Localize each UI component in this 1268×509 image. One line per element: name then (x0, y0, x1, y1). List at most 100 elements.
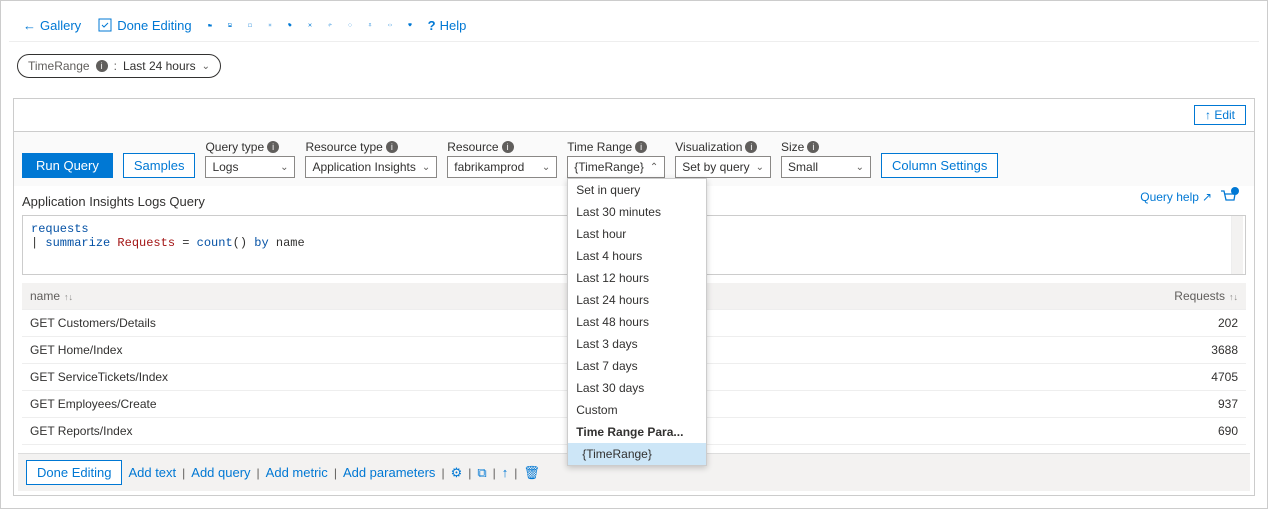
gear-icon[interactable] (262, 17, 278, 33)
code-token: = (182, 236, 196, 250)
info-icon: i (807, 141, 819, 153)
time-range-option[interactable]: Last hour (568, 223, 706, 245)
code-token: name (269, 236, 305, 250)
time-range-option[interactable]: Set in query (568, 179, 706, 201)
add-text-link[interactable]: Add text (128, 465, 176, 480)
chevron-up-icon: ⌃ (650, 162, 658, 173)
cell-requests: 202 (829, 310, 1246, 337)
run-query-button[interactable]: Run Query (22, 153, 113, 178)
resource-label: Resourcei (447, 140, 557, 154)
gear-icon[interactable]: ⚙ (451, 465, 463, 481)
info-icon: i (96, 60, 108, 72)
scrollbar[interactable] (1231, 216, 1243, 274)
chevron-down-icon: ⌄ (542, 162, 550, 173)
time-range-option[interactable]: Last 3 days (568, 333, 706, 355)
gallery-button[interactable]: ← Gallery (17, 14, 87, 37)
query-type-select[interactable]: Logs⌄ (205, 156, 295, 178)
sort-icon: ↑↓ (64, 292, 73, 302)
time-range-option[interactable]: Last 12 hours (568, 267, 706, 289)
done-editing-label: Done Editing (117, 18, 191, 33)
time-range-select[interactable]: {TimeRange}⌃ (567, 156, 665, 178)
cell-requests: 3688 (829, 337, 1246, 364)
resource-type-label: Resource typei (305, 140, 437, 154)
code-token: count (197, 236, 233, 250)
time-range-option[interactable]: Last 30 days (568, 377, 706, 399)
add-parameters-link[interactable]: Add parameters (343, 465, 436, 480)
timerange-pill[interactable]: TimeRange i : Last 24 hours ⌄ (17, 54, 221, 78)
undo-icon[interactable] (322, 17, 338, 33)
folder-icon[interactable] (202, 17, 218, 33)
time-range-label: Time Rangei (567, 140, 665, 154)
code-token: | (31, 236, 45, 250)
settings-icon[interactable] (342, 17, 358, 33)
query-type-label: Query typei (205, 140, 295, 154)
time-range-option[interactable]: Last 30 minutes (568, 201, 706, 223)
cell-name: GET Home/Index (22, 337, 829, 364)
add-metric-link[interactable]: Add metric (266, 465, 328, 480)
cart-icon[interactable] (1220, 190, 1236, 204)
code-token: () (233, 236, 255, 250)
query-config-row: Run Query Samples Query typei Logs⌄ Reso… (14, 131, 1254, 186)
query-section: ↑ Edit Run Query Samples Query typei Log… (13, 98, 1255, 496)
copy-icon[interactable]: ⧉ (477, 465, 486, 481)
move-up-icon[interactable]: ↑ (502, 465, 509, 480)
resource-type-select[interactable]: Application Insights⌄ (305, 156, 437, 178)
cell-name: GET Customers/Details (22, 310, 829, 337)
parameter-row: TimeRange i : Last 24 hours ⌄ (9, 42, 1259, 90)
chevron-down-icon: ⌄ (422, 162, 430, 173)
close-icon[interactable] (302, 17, 318, 33)
info-icon: i (502, 141, 514, 153)
gallery-label: Gallery (40, 18, 81, 33)
info-icon: i (635, 141, 647, 153)
size-select[interactable]: Small⌄ (781, 156, 871, 178)
time-range-option[interactable]: Last 7 days (568, 355, 706, 377)
arrow-left-icon: ← (23, 18, 36, 33)
help-button[interactable]: ? Help (422, 14, 473, 37)
done-editing-button[interactable]: Done Editing (91, 13, 197, 37)
add-query-link[interactable]: Add query (191, 465, 250, 480)
samples-button[interactable]: Samples (123, 153, 196, 178)
footer-done-editing-button[interactable]: Done Editing (26, 460, 122, 485)
chevron-down-icon: ⌄ (202, 61, 210, 72)
cell-requests: 937 (829, 391, 1246, 418)
code-icon[interactable] (382, 17, 398, 33)
edit-button[interactable]: ↑ Edit (1194, 105, 1246, 125)
pin-icon[interactable] (362, 17, 378, 33)
column-header-name[interactable]: name↑↓ (22, 283, 829, 310)
done-editing-icon (97, 17, 113, 33)
top-toolbar: ← Gallery Done Editing ? Help (9, 9, 1259, 42)
chevron-down-icon: ⌄ (856, 162, 864, 173)
column-header-requests[interactable]: Requests↑↓ (829, 283, 1246, 310)
cell-name: GET Reports/Index (22, 418, 829, 445)
pill-name: TimeRange (28, 59, 90, 73)
pill-sep: : (114, 59, 117, 73)
time-range-option-header: Time Range Para... (568, 421, 706, 443)
info-icon: i (745, 141, 757, 153)
time-range-option[interactable]: Last 24 hours (568, 289, 706, 311)
column-settings-button[interactable]: Column Settings (881, 153, 998, 178)
time-range-option-selected[interactable]: {TimeRange} (568, 443, 706, 465)
code-token: Requests (110, 236, 182, 250)
delete-icon[interactable]: 🗑 (523, 465, 540, 481)
tag-icon[interactable] (282, 17, 298, 33)
visualization-select[interactable]: Set by query⌄ (675, 156, 771, 178)
external-link-icon: ↗ (1202, 190, 1212, 204)
pill-value: Last 24 hours (123, 59, 196, 73)
heart-icon[interactable] (402, 17, 418, 33)
help-label: Help (440, 18, 467, 33)
time-range-option[interactable]: Last 48 hours (568, 311, 706, 333)
time-range-option[interactable]: Custom (568, 399, 706, 421)
time-range-dropdown: Set in queryLast 30 minutesLast hourLast… (567, 178, 707, 466)
time-range-option[interactable]: Last 4 hours (568, 245, 706, 267)
question-icon: ? (428, 18, 436, 33)
sort-icon: ↑↓ (1229, 292, 1238, 302)
query-help-link[interactable]: Query help ↗ (1140, 190, 1212, 204)
cell-requests: 690 (829, 418, 1246, 445)
save-as-icon[interactable] (242, 17, 258, 33)
code-token: requests (31, 222, 89, 236)
resource-select[interactable]: fabrikamprod⌄ (447, 156, 557, 178)
visualization-label: Visualizationi (675, 140, 771, 154)
chevron-down-icon: ⌄ (280, 162, 288, 173)
code-token: by (254, 236, 268, 250)
save-icon[interactable] (222, 17, 238, 33)
